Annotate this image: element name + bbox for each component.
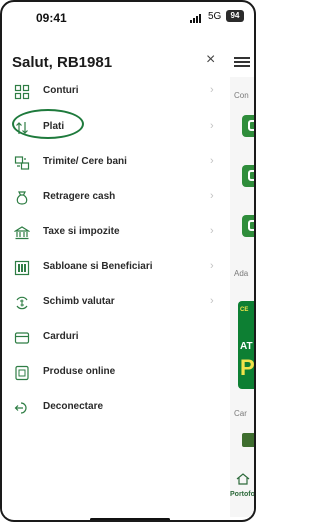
account-card-icon[interactable] [242,215,254,237]
send-request-icon [14,156,30,170]
menu-item-trimite-cere-bani[interactable]: Trimite/ Cere bani › [2,150,230,178]
account-card-icon[interactable] [242,115,254,137]
menu-item-schimb-valutar[interactable]: Schimb valutar › [2,290,230,318]
menu-item-retragere-cash[interactable]: Retragere cash › [2,185,230,213]
menu-item-sabloane-si-beneficiari[interactable]: Sabloane si Beneficiari › [2,255,230,283]
menu-item-label: Sabloane si Beneficiari [43,261,153,272]
menu-item-label: Taxe si impozite [43,226,120,237]
bank-building-icon [14,226,30,240]
background-page: Con Ada CE AT P Car Portofo [230,77,255,517]
drawer-header: Salut, RB1981 × [2,42,254,78]
chevron-right-icon: › [210,190,214,202]
home-icon[interactable] [236,473,250,485]
currency-exchange-icon [16,296,28,310]
highlight-annotation [12,109,84,139]
phone-frame: 09:41 5G 94 Salut, RB1981 × Con Ada CE A… [0,0,256,522]
status-time: 09:41 [36,11,67,25]
grid-icon [14,84,30,100]
hamburger-menu-icon[interactable] [234,57,250,67]
side-drawer: Conturi › Plati › Trimite/ Cere bani › R… [2,77,230,517]
menu-item-label: Schimb valutar [43,296,115,307]
menu-item-deconectare[interactable]: Deconectare [2,395,230,423]
online-product-icon [15,365,29,381]
section-label: Con [234,91,249,100]
promo-text: CE [240,307,249,313]
logout-icon [14,402,27,414]
promo-text: P [240,355,255,380]
battery-icon: 94 [226,10,244,22]
menu-item-conturi[interactable]: Conturi › [2,79,230,107]
greeting-title: Salut, RB1981 [12,54,113,71]
menu-item-label: Produse online [43,366,116,377]
home-indicator [90,518,170,520]
card-icon [14,332,30,344]
cash-bag-icon [16,191,28,205]
menu-item-label: Carduri [43,331,79,342]
menu-item-taxe-si-impozite[interactable]: Taxe si impozite › [2,220,230,248]
card-thumbnail[interactable] [242,433,254,447]
section-label: Car [234,409,247,418]
menu-item-produse-online[interactable]: Produse online [2,360,230,388]
chevron-right-icon: › [210,84,214,96]
promo-text: AT [240,341,253,352]
close-icon[interactable]: × [206,52,215,68]
menu-item-carduri[interactable]: Carduri [2,325,230,353]
network-label: 5G [208,11,222,22]
account-card-icon[interactable] [242,165,254,187]
nav-home-label[interactable]: Portofo [230,491,254,498]
section-label: Ada [234,269,249,278]
chevron-right-icon: › [210,120,214,132]
menu-item-label: Deconectare [43,401,104,412]
chevron-right-icon: › [210,260,214,272]
status-bar: 09:41 5G 94 [2,2,254,36]
signal-icon [190,14,204,23]
promo-banner[interactable]: CE AT P [238,301,255,389]
menu-item-label: Conturi [43,85,79,96]
templates-icon [14,260,30,276]
chevron-right-icon: › [210,225,214,237]
menu-item-label: Trimite/ Cere bani [43,156,127,167]
chevron-right-icon: › [210,155,214,167]
chevron-right-icon: › [210,295,214,307]
menu-item-label: Retragere cash [43,191,116,202]
